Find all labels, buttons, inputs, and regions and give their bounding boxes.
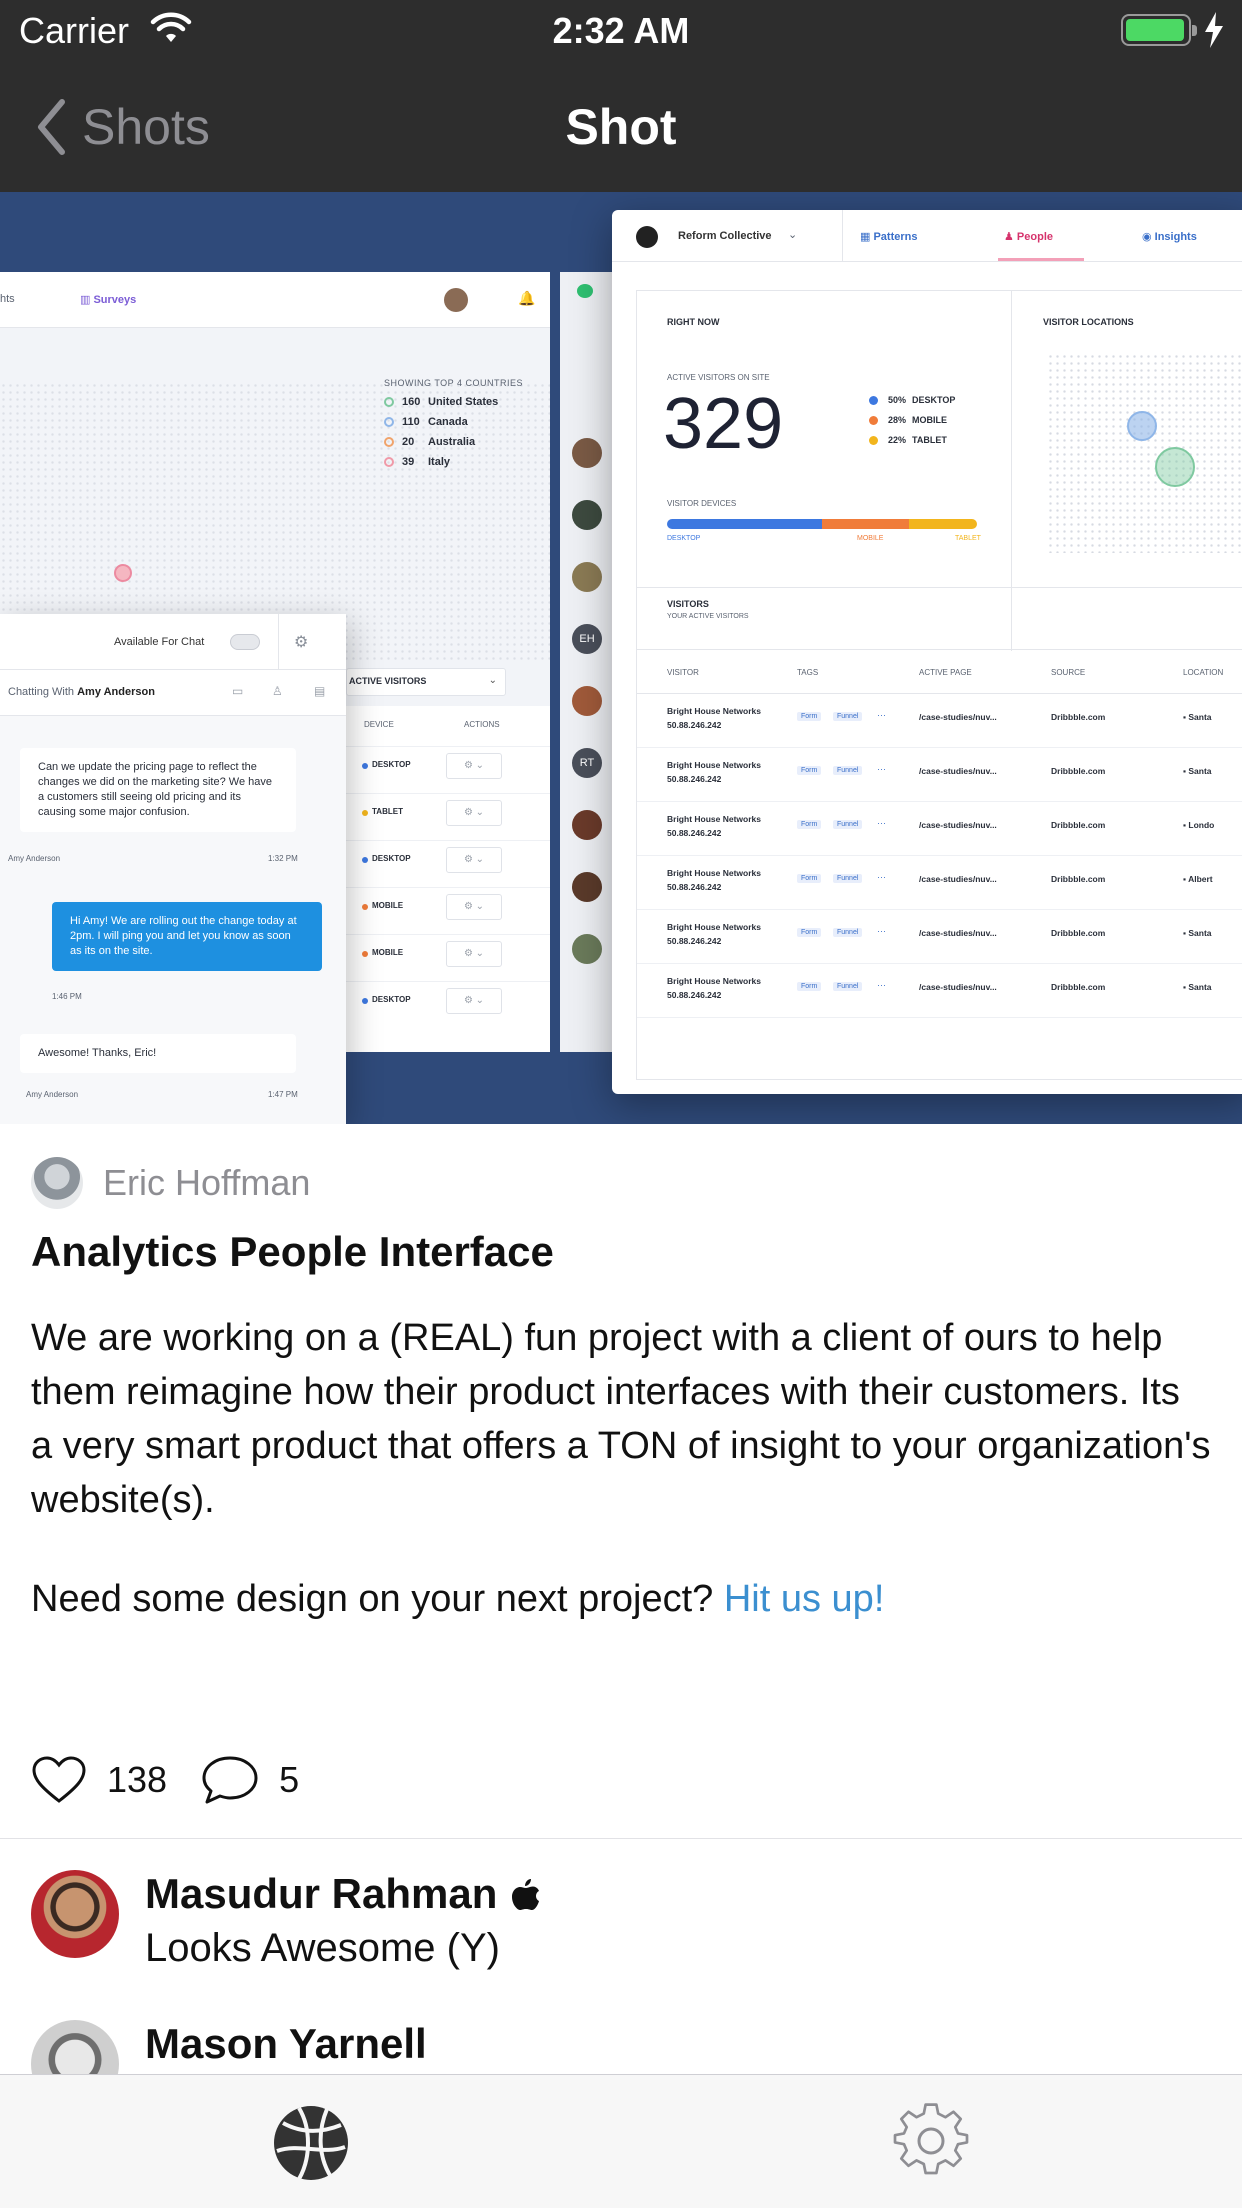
tab-shots[interactable] — [271, 2103, 351, 2183]
countries-legend: SHOWING TOP 4 COUNTRIES 160 United States… — [384, 378, 524, 468]
map-marker — [114, 564, 132, 582]
shot-image[interactable]: hts ▥ Surveys 🔔 SHOWING TOP 4 COUNTRIES … — [0, 192, 1242, 1124]
author-avatar[interactable] — [31, 1157, 83, 1209]
shot-title: Analytics People Interface — [31, 1228, 554, 1275]
device-row: DESKTOP ⚙ ⌄ — [346, 746, 550, 786]
shot-description: We are working on a (REAL) fun project w… — [31, 1317, 1211, 1521]
basketball-icon — [274, 2106, 348, 2180]
chat-message: Hi Amy! We are rolling out the change to… — [52, 902, 322, 971]
visitor-row: Bright House Networks 50.88.246.242 Form Fu… — [637, 694, 1242, 748]
device-share-bar — [667, 519, 977, 529]
divider — [0, 1838, 1242, 1839]
tab-settings[interactable] — [891, 2103, 971, 2183]
gear-icon: ⚙ — [294, 634, 309, 651]
page-title: Shot — [565, 99, 677, 155]
heart-icon — [32, 1756, 86, 1803]
visitor-row: Bright House Networks 50.88.246.242 Form Fu… — [637, 910, 1242, 964]
stats-row: 138 5 — [31, 1752, 333, 1808]
clock: 2:32 AM — [552, 10, 690, 51]
apple-icon — [512, 1879, 540, 1910]
status-bar: Carrier 2:32 AM — [0, 0, 1242, 62]
cta-text: Need some design on your next project? H… — [31, 1578, 885, 1620]
dashboard-front-panel: Reform Collective ⌄ ▦ Patterns ♟ People … — [612, 210, 1242, 1094]
map-marker — [1155, 447, 1195, 487]
comments-count: 5 — [279, 1759, 300, 1800]
visitor-row: Bright House Networks 50.88.246.242 Form Fu… — [637, 964, 1242, 1018]
device-row: DESKTOP ⚙ ⌄ — [346, 840, 550, 880]
device-row: MOBILE ⚙ ⌄ — [346, 887, 550, 927]
charging-bolt-icon — [1205, 12, 1223, 48]
gear-icon — [893, 2103, 969, 2175]
chat-message: Awesome! Thanks, Eric! — [20, 1034, 296, 1073]
chat-message: Can we update the pricing page to reflec… — [20, 748, 296, 832]
comment-item[interactable]: Masudur Rahman Looks Awesome (Y) — [31, 1870, 541, 1971]
tab-bar — [0, 2074, 1242, 2208]
battery-icon — [1121, 14, 1197, 46]
commenter-name[interactable]: Masudur Rahman — [145, 1870, 541, 1918]
comment-item[interactable]: Mason Yarnell — [31, 2020, 427, 2074]
visitor-row: Bright House Networks 50.88.246.242 Form Fu… — [637, 748, 1242, 802]
active-visitors-count: 329 — [663, 384, 784, 464]
author-name[interactable]: Eric Hoffman — [103, 1162, 310, 1204]
commenter-avatar[interactable] — [31, 1870, 119, 1958]
commenter-name[interactable]: Mason Yarnell — [145, 2020, 427, 2068]
chat-panel: Available For Chat ⚙ Chatting With Amy A… — [0, 614, 346, 1124]
navigation-bar: Carrier 2:32 AM Shots Shot — [0, 0, 1242, 192]
user-avatar-small — [444, 288, 468, 312]
active-visitors-label: ACTIVE VISITORS — [349, 676, 427, 686]
like-button[interactable]: 138 — [31, 1755, 167, 1805]
device-row: DESKTOP ⚙ ⌄ — [346, 981, 550, 1021]
device-row: TABLET ⚙ ⌄ — [346, 793, 550, 833]
comment-icon — [202, 1756, 258, 1804]
visitor-row: Bright House Networks 50.88.246.242 Form Fu… — [637, 856, 1242, 910]
avatar-rail: EH RT — [560, 272, 612, 1052]
chat-bubble-icon — [577, 284, 593, 298]
back-tab-label: hts — [0, 293, 15, 305]
comments-button[interactable]: 5 — [201, 1754, 299, 1806]
device-row: MOBILE ⚙ ⌄ — [346, 934, 550, 974]
hire-link[interactable]: Hit us up! — [724, 1578, 885, 1620]
visitor-row: Bright House Networks 50.88.246.242 Form Fu… — [637, 802, 1242, 856]
back-tab-surveys: ▥ Surveys — [80, 294, 137, 306]
commenter-avatar[interactable] — [31, 2020, 119, 2074]
likes-count: 138 — [107, 1759, 168, 1800]
bell-icon: 🔔 — [518, 290, 536, 306]
map-marker — [1127, 411, 1157, 441]
author-row[interactable]: Eric Hoffman — [31, 1157, 310, 1209]
comment-text: Looks Awesome (Y) — [145, 1926, 500, 1970]
chat-toggle — [230, 634, 260, 650]
org-logo-icon — [636, 226, 658, 248]
